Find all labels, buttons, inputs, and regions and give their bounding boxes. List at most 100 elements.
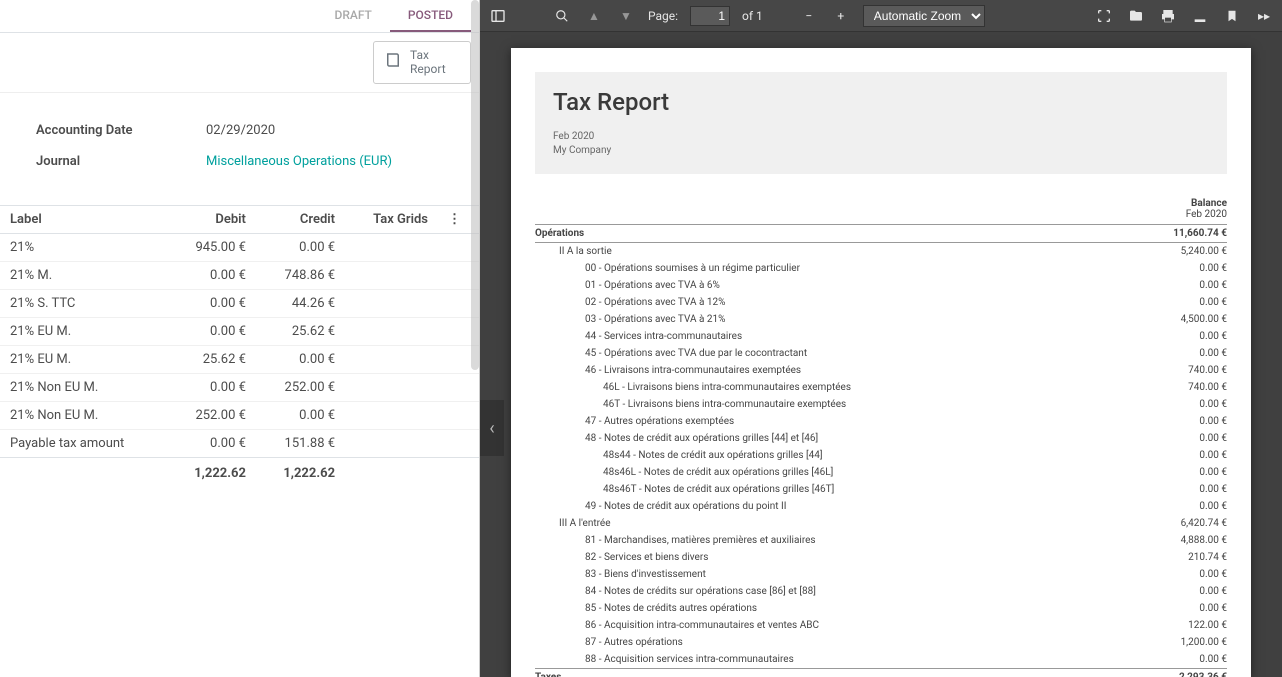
tax-report-button[interactable]: Tax Report — [373, 41, 471, 84]
report-row-label: III A l'entrée — [559, 516, 611, 531]
search-icon[interactable] — [552, 6, 572, 26]
table-row[interactable]: 21% S. TTC0.00 €44.26 € — [0, 289, 479, 317]
print-icon[interactable] — [1158, 6, 1178, 26]
table-row[interactable]: 21% EU M.25.62 €0.00 € — [0, 345, 479, 373]
report-row-label: 85 - Notes de crédits autres opérations — [585, 601, 757, 616]
cell-debit: 0.00 € — [167, 429, 256, 457]
pdf-page: Tax Report Feb 2020 My Company Balance F… — [511, 48, 1251, 677]
report-row: 85 - Notes de crédits autres opérations0… — [535, 600, 1227, 617]
table-row[interactable]: Payable tax amount0.00 €151.88 € — [0, 429, 479, 457]
zoom-out-icon[interactable]: − — [799, 6, 819, 26]
open-file-icon[interactable] — [1126, 6, 1146, 26]
report-row: 48s46L - Notes de crédit aux opérations … — [535, 464, 1227, 481]
report-row-value: 0.00 € — [1157, 278, 1227, 293]
report-row-label: 86 - Acquisition intra-communautaires et… — [585, 618, 819, 633]
report-row: 00 - Opérations soumises à un régime par… — [535, 260, 1227, 277]
tools-icon[interactable]: ▸▸ — [1254, 6, 1274, 26]
report-row-value: 0.00 € — [1157, 652, 1227, 667]
report-row: 86 - Acquisition intra-communautaires et… — [535, 617, 1227, 634]
cell-credit: 252.00 € — [256, 373, 345, 401]
table-row[interactable]: 21% Non EU M.0.00 €252.00 € — [0, 373, 479, 401]
tab-draft[interactable]: DRAFT — [316, 0, 389, 32]
report-row-label: 84 - Notes de crédits sur opérations cas… — [585, 584, 816, 599]
report-row: 48 - Notes de crédit aux opérations gril… — [535, 430, 1227, 447]
cell-credit: 0.00 € — [256, 401, 345, 429]
report-row-label: 87 - Autres opérations — [585, 635, 683, 650]
zoom-select[interactable]: Automatic Zoom — [863, 5, 985, 27]
total-credit: 1,222.62 — [256, 457, 345, 487]
report-rows: Opérations11,660.74 €II A la sortie5,240… — [535, 224, 1227, 677]
report-row: 03 - Opérations avec TVA à 21%4,500.00 € — [535, 311, 1227, 328]
report-row-value: 0.00 € — [1157, 499, 1227, 514]
report-row-label: 02 - Opérations avec TVA à 12% — [585, 295, 725, 310]
col-label[interactable]: Label — [0, 205, 167, 233]
report-row-value: 6,420.74 € — [1157, 516, 1227, 531]
download-icon[interactable] — [1190, 6, 1210, 26]
report-row: III A l'entrée 6,420.74 € — [535, 515, 1227, 532]
report-row: 48s46T - Notes de crédit aux opérations … — [535, 481, 1227, 498]
report-row: 81 - Marchandises, matières premières et… — [535, 532, 1227, 549]
cell-debit: 0.00 € — [167, 317, 256, 345]
report-row-value: 0.00 € — [1157, 465, 1227, 480]
tab-posted[interactable]: POSTED — [390, 0, 471, 32]
report-row-label: 88 - Acquisition services intra-communau… — [585, 652, 794, 667]
report-row: 48s44 - Notes de crédit aux opérations g… — [535, 447, 1227, 464]
pdf-body[interactable]: Tax Report Feb 2020 My Company Balance F… — [480, 32, 1282, 677]
cell-label: 21% M. — [0, 261, 167, 289]
sidebar-toggle-icon[interactable] — [488, 6, 508, 26]
cell-label: 21% Non EU M. — [0, 373, 167, 401]
table-row[interactable]: 21% M.0.00 €748.86 € — [0, 261, 479, 289]
presentation-icon[interactable] — [1094, 6, 1114, 26]
cell-label: 21% Non EU M. — [0, 401, 167, 429]
report-row: 46L - Livraisons biens intra-communautai… — [535, 379, 1227, 396]
col-debit[interactable]: Debit — [167, 205, 256, 233]
page-input[interactable] — [690, 6, 730, 26]
report-row-label: II A la sortie — [559, 244, 612, 259]
book-icon — [384, 51, 402, 73]
cell-debit: 945.00 € — [167, 233, 256, 261]
balance-period: Feb 2020 — [535, 209, 1227, 220]
cell-credit: 0.00 € — [256, 345, 345, 373]
report-row: 02 - Opérations avec TVA à 12%0.00 € — [535, 294, 1227, 311]
cell-tax-grids — [345, 373, 438, 401]
report-row: 83 - Biens d'investissement0.00 € — [535, 566, 1227, 583]
report-row-label: 48 - Notes de crédit aux opérations gril… — [585, 431, 818, 446]
zoom-in-icon[interactable]: + — [831, 6, 851, 26]
form-panel: DRAFT POSTED Tax Report Accounting Date … — [0, 0, 480, 677]
report-row-value: 11,660.74 € — [1157, 226, 1227, 241]
report-row: Taxes2,293.36 € — [535, 668, 1227, 677]
total-debit: 1,222.62 — [167, 457, 256, 487]
col-tax-grids[interactable]: Tax Grids — [345, 205, 438, 233]
button-row: Tax Report — [0, 33, 479, 93]
col-credit[interactable]: Credit — [256, 205, 345, 233]
table-row[interactable]: 21%945.00 €0.00 € — [0, 233, 479, 261]
cell-tax-grids — [345, 317, 438, 345]
report-row: 49 - Notes de crédit aux opérations du p… — [535, 498, 1227, 515]
journal-value[interactable]: Miscellaneous Operations (EUR) — [206, 154, 392, 169]
report-row-label: 47 - Autres opérations exemptées — [585, 414, 734, 429]
report-row-value: 1,200.00 € — [1157, 635, 1227, 650]
report-row: 44 - Services intra-communautaires0.00 € — [535, 328, 1227, 345]
pdf-company: My Company — [553, 144, 1209, 158]
prev-page-icon[interactable]: ▲ — [584, 6, 604, 26]
next-page-icon[interactable]: ▼ — [616, 6, 636, 26]
report-row-label: 45 - Opérations avec TVA due par le coco… — [585, 346, 807, 361]
table-row[interactable]: 21% Non EU M.252.00 €0.00 € — [0, 401, 479, 429]
form-fields: Accounting Date 02/29/2020 Journal Misce… — [0, 93, 479, 205]
cell-debit: 0.00 € — [167, 373, 256, 401]
pdf-toolbar: ▲ ▼ Page: of 1 − + Automatic Zoom — [480, 0, 1282, 32]
table-row[interactable]: 21% EU M.0.00 €25.62 € — [0, 317, 479, 345]
report-row: 88 - Acquisition services intra-communau… — [535, 651, 1227, 668]
cell-credit: 0.00 € — [256, 233, 345, 261]
report-row: 01 - Opérations avec TVA à 6%0.00 € — [535, 277, 1227, 294]
report-row-label: 48s46T - Notes de crédit aux opérations … — [603, 482, 834, 497]
report-row-label: 81 - Marchandises, matières premières et… — [585, 533, 816, 548]
report-row-label: 48s44 - Notes de crédit aux opérations g… — [603, 448, 823, 463]
report-row-label: 46L - Livraisons biens intra-communautai… — [603, 380, 851, 395]
report-row-label: 46 - Livraisons intra-communautaires exe… — [585, 363, 801, 378]
report-row-value: 2,293.36 € — [1157, 670, 1227, 677]
report-row: 47 - Autres opérations exemptées0.00 € — [535, 413, 1227, 430]
bookmark-icon[interactable] — [1222, 6, 1242, 26]
left-scrollbar[interactable] — [471, 0, 479, 370]
report-row-value: 4,888.00 € — [1157, 533, 1227, 548]
